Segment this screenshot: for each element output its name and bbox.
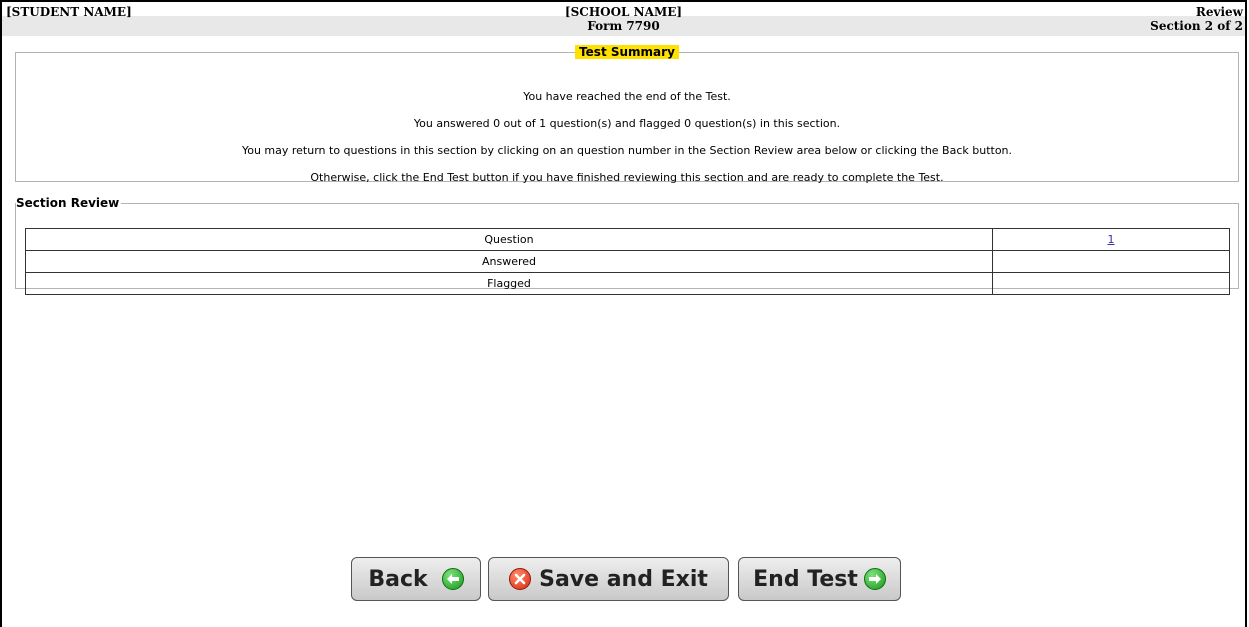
header-right: Review Section 2 of 2 bbox=[1150, 5, 1243, 33]
summary-text: You have reached the end of the Test. Yo… bbox=[16, 83, 1238, 191]
end-test-label: End Test bbox=[753, 566, 858, 592]
section-review-table: Question 1 Answered Flagged bbox=[25, 228, 1230, 295]
summary-line: You answered 0 out of 1 question(s) and … bbox=[413, 117, 841, 130]
question-link-1[interactable]: 1 bbox=[1108, 233, 1115, 246]
test-summary-panel: Test Summary You have reached the end of… bbox=[15, 45, 1239, 184]
arrow-left-circle-icon bbox=[441, 568, 464, 590]
back-button[interactable]: Back bbox=[351, 557, 481, 601]
arrow-right-circle-icon bbox=[863, 568, 886, 590]
school-name: [SCHOOL NAME] bbox=[564, 5, 683, 19]
flagged-cell bbox=[992, 272, 1230, 295]
mode-label: Review bbox=[1195, 5, 1243, 19]
test-summary-legend: Test Summary bbox=[575, 45, 679, 59]
row-label-flagged: Flagged bbox=[25, 272, 993, 295]
header-center: [SCHOOL NAME] Form 7790 bbox=[2, 5, 1245, 33]
test-header: [STUDENT NAME] [SCHOOL NAME] Form 7790 R… bbox=[2, 2, 1245, 36]
summary-line: You may return to questions in this sect… bbox=[241, 144, 1013, 157]
row-label-answered: Answered bbox=[25, 250, 993, 273]
save-and-exit-button[interactable]: Save and Exit bbox=[488, 557, 729, 601]
section-review-legend: Section Review bbox=[16, 196, 120, 210]
section-indicator: Section 2 of 2 bbox=[1150, 19, 1243, 33]
close-circle-icon bbox=[509, 568, 532, 590]
table-row: Question 1 bbox=[25, 228, 1230, 251]
table-row: Flagged bbox=[25, 272, 1230, 295]
back-button-label: Back bbox=[368, 566, 428, 592]
summary-line: You have reached the end of the Test. bbox=[523, 90, 731, 103]
row-label-question: Question bbox=[25, 228, 993, 251]
save-and-exit-label: Save and Exit bbox=[539, 566, 708, 592]
end-test-button[interactable]: End Test bbox=[738, 557, 901, 601]
section-review-panel: Section Review Question 1 Answered Flagg… bbox=[15, 196, 1239, 295]
form-number: Form 7790 bbox=[587, 19, 660, 33]
table-row: Answered bbox=[25, 250, 1230, 273]
answered-cell bbox=[992, 250, 1230, 273]
summary-line: Otherwise, click the End Test button if … bbox=[310, 171, 944, 184]
question-cell: 1 bbox=[992, 228, 1230, 251]
